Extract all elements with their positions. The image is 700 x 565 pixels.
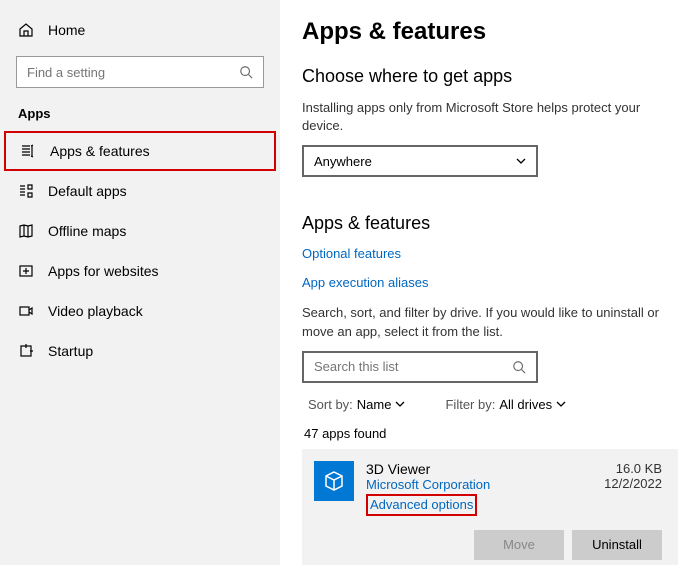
sort-filter-row: Sort by: Name Filter by: All drives [302,397,678,412]
default-apps-icon [18,183,34,199]
app-execution-aliases-link[interactable]: App execution aliases [302,275,678,290]
apps-websites-icon [18,263,34,279]
search-icon [239,65,253,79]
find-setting-search[interactable] [16,56,264,88]
filter-desc: Search, sort, and filter by drive. If yo… [302,304,678,340]
sidebar: Home Apps Apps & features Default apps O… [0,0,280,565]
filter-label: Filter by: [445,397,495,412]
home-icon [18,22,34,38]
sidebar-item-label: Apps & features [50,143,150,159]
sidebar-item-default-apps[interactable]: Default apps [0,171,280,211]
sidebar-item-video-playback[interactable]: Video playback [0,291,280,331]
app-date: 12/2/2022 [604,476,662,491]
home-label: Home [48,22,85,38]
home-nav[interactable]: Home [0,16,280,44]
apps-features-title: Apps & features [302,213,678,234]
uninstall-button[interactable]: Uninstall [572,530,662,560]
filter-by-control[interactable]: Filter by: All drives [445,397,566,412]
search-icon [512,360,526,374]
sidebar-item-label: Startup [48,343,93,359]
apps-features-icon [20,143,36,159]
sidebar-item-offline-maps[interactable]: Offline maps [0,211,280,251]
choose-where-title: Choose where to get apps [302,66,678,87]
sidebar-section-header: Apps [0,106,280,131]
startup-icon [18,343,34,359]
chevron-down-icon [395,399,405,409]
app-icon [314,461,354,501]
sidebar-item-apps-features[interactable]: Apps & features [4,131,276,171]
app-list-search[interactable] [302,351,538,383]
app-count: 47 apps found [302,426,678,441]
choose-where-desc: Installing apps only from Microsoft Stor… [302,99,678,135]
app-size: 16.0 KB [604,461,662,476]
sidebar-item-label: Apps for websites [48,263,159,279]
search-input[interactable] [27,65,239,80]
sort-value: Name [357,397,392,412]
search-wrap [16,56,264,88]
filter-value: All drives [499,397,552,412]
app-search-input[interactable] [314,359,512,374]
main-content: Apps & features Choose where to get apps… [280,0,700,565]
app-name: 3D Viewer [366,461,592,477]
sort-label: Sort by: [308,397,353,412]
offline-maps-icon [18,223,34,239]
sidebar-item-startup[interactable]: Startup [0,331,280,371]
dropdown-value: Anywhere [314,154,372,169]
chevron-down-icon [516,156,526,166]
page-title: Apps & features [302,18,678,46]
sidebar-item-apps-websites[interactable]: Apps for websites [0,251,280,291]
advanced-options-highlight: Advanced options [366,494,477,516]
sidebar-item-label: Video playback [48,303,143,319]
app-publisher-link[interactable]: Microsoft Corporation [366,477,592,492]
app-source-dropdown[interactable]: Anywhere [302,145,538,177]
optional-features-link[interactable]: Optional features [302,246,678,261]
sidebar-item-label: Default apps [48,183,127,199]
video-playback-icon [18,303,34,319]
move-button: Move [474,530,564,560]
advanced-options-link[interactable]: Advanced options [370,497,473,512]
app-list-item[interactable]: 3D Viewer Microsoft Corporation Advanced… [302,449,678,565]
sort-by-control[interactable]: Sort by: Name [308,397,405,412]
sidebar-item-label: Offline maps [48,223,126,239]
chevron-down-icon [556,399,566,409]
